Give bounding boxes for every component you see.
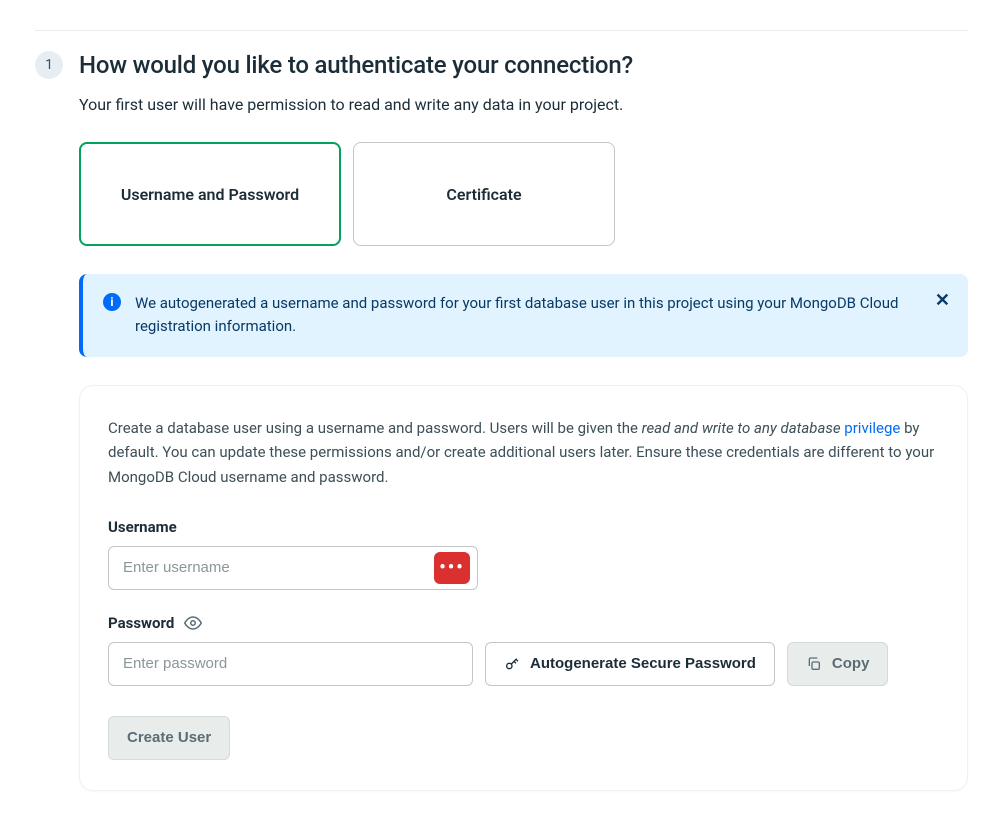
copy-button[interactable]: Copy [787, 642, 889, 686]
copy-label: Copy [832, 655, 870, 672]
page-subtitle: Your first user will have permission to … [79, 95, 968, 114]
copy-icon [806, 656, 822, 672]
auth-option-group: Username and Password Certificate [79, 142, 968, 246]
key-icon [504, 656, 520, 672]
create-user-form: Create a database user using a username … [79, 385, 968, 791]
privilege-link[interactable]: privilege [844, 419, 900, 437]
divider-top [35, 30, 968, 31]
info-banner-text: We autogenerated a username and password… [135, 292, 918, 339]
step-header: 1 How would you like to authenticate you… [35, 51, 968, 79]
info-icon: i [103, 293, 121, 311]
form-description: Create a database user using a username … [108, 416, 939, 490]
username-input-wrapper: ••• [108, 546, 939, 590]
eye-icon[interactable] [184, 614, 202, 632]
password-manager-icon[interactable]: ••• [434, 552, 470, 584]
password-input[interactable] [108, 642, 473, 686]
autogenerate-label: Autogenerate Secure Password [530, 655, 756, 672]
step-number-badge: 1 [35, 51, 63, 79]
autogenerate-password-button[interactable]: Autogenerate Secure Password [485, 642, 775, 686]
info-banner: i We autogenerated a username and passwo… [79, 274, 968, 357]
password-label: Password [108, 614, 174, 632]
auth-option-certificate[interactable]: Certificate [353, 142, 615, 246]
form-desc-em: read and write to any database [642, 419, 845, 437]
password-row: Autogenerate Secure Password Copy [108, 642, 939, 686]
password-label-row: Password [108, 614, 939, 632]
username-label: Username [108, 518, 939, 536]
page-title: How would you like to authenticate your … [79, 51, 633, 79]
form-desc-text-1: Create a database user using a username … [108, 419, 642, 437]
info-banner-close-button[interactable]: ✕ [935, 292, 950, 310]
auth-option-username-password[interactable]: Username and Password [79, 142, 341, 246]
create-user-button[interactable]: Create User [108, 716, 230, 760]
username-input[interactable] [108, 546, 478, 590]
